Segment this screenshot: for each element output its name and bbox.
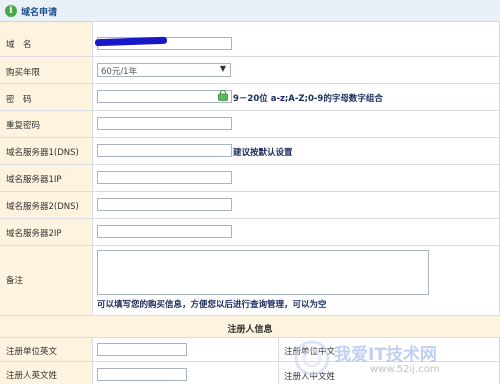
watermark-logo-icon	[294, 340, 330, 376]
panel-title: 域名申请	[21, 8, 58, 18]
dns1-label-cell: 域名服务器1(DNS)	[0, 138, 93, 164]
dns2-label-cell: 域名服务器2(DNS)	[0, 192, 93, 218]
lock-icon	[218, 90, 228, 101]
dns2ip-row: 域名服务器2IP	[0, 219, 500, 246]
dns1ip-input[interactable]	[97, 171, 232, 184]
dns2ip-label: 域名服务器2IP	[6, 229, 62, 239]
org-en-input[interactable]	[97, 343, 187, 356]
registrant-section-header: 注册人信息	[0, 316, 500, 338]
notes-hint: 可以填写您的购买信息，方便您以后进行查询管理，可以为空	[97, 300, 327, 310]
dns2ip-input[interactable]	[97, 225, 232, 238]
dns-hint: 建议按默认设置	[233, 148, 293, 158]
dns1ip-label-cell: 域名服务器1IP	[0, 165, 93, 191]
person-en-label: 注册人英文姓	[6, 371, 58, 381]
panel-title-bar: i 域名申请	[0, 0, 500, 22]
domain-label: 域 名	[6, 40, 32, 50]
domain-row: 域 名	[0, 22, 500, 57]
password-label-cell: 密 码	[0, 84, 93, 110]
years-row: 购买年限	[0, 57, 500, 84]
confirm-password-input[interactable]	[97, 117, 232, 130]
dns1ip-label: 域名服务器1IP	[6, 175, 62, 185]
years-select-value: 60元/1年	[101, 67, 138, 77]
dns2-label: 域名服务器2(DNS)	[6, 202, 79, 212]
dns2-row: 域名服务器2(DNS)	[0, 192, 500, 219]
confirm-password-label: 重复密码	[6, 121, 41, 131]
dns1-label: 域名服务器1(DNS)	[6, 148, 79, 158]
person-en-label-cell: 注册人英文姓	[0, 362, 93, 384]
domain-label-cell: 域 名	[0, 22, 93, 56]
password-hint: 9－20位 a-z;A-Z;0-9的字母数字组合	[233, 94, 383, 104]
confirm-label-cell: 重复密码	[0, 111, 93, 137]
registrant-section-title: 注册人信息	[227, 325, 273, 335]
confirm-row: 重复密码	[0, 111, 500, 138]
dns2ip-label-cell: 域名服务器2IP	[0, 219, 93, 245]
years-select[interactable]: 60元/1年 ▼	[97, 63, 231, 77]
site-watermark: 我爱IT技术网 www.52ij.com	[292, 336, 497, 384]
notes-textarea[interactable]	[97, 250, 429, 295]
password-label: 密 码	[6, 95, 32, 105]
years-label-cell: 购买年限	[0, 57, 93, 83]
org-en-label: 注册单位英文	[6, 347, 58, 357]
dns1-input[interactable]	[97, 144, 232, 157]
person-en-input[interactable]	[97, 368, 187, 381]
dropdown-arrow-icon: ▼	[219, 64, 226, 73]
dns1ip-row: 域名服务器1IP	[0, 165, 500, 192]
watermark-url: www.52ij.com	[370, 364, 440, 375]
notes-label: 备注	[6, 276, 24, 286]
years-label: 购买年限	[6, 68, 41, 78]
notes-label-cell: 备注	[0, 246, 93, 315]
watermark-text: 我爱IT技术网	[334, 345, 437, 365]
info-icon: i	[5, 5, 17, 17]
org-en-label-cell: 注册单位英文	[0, 338, 93, 361]
dns2-input[interactable]	[97, 198, 232, 211]
password-input[interactable]	[97, 90, 232, 103]
